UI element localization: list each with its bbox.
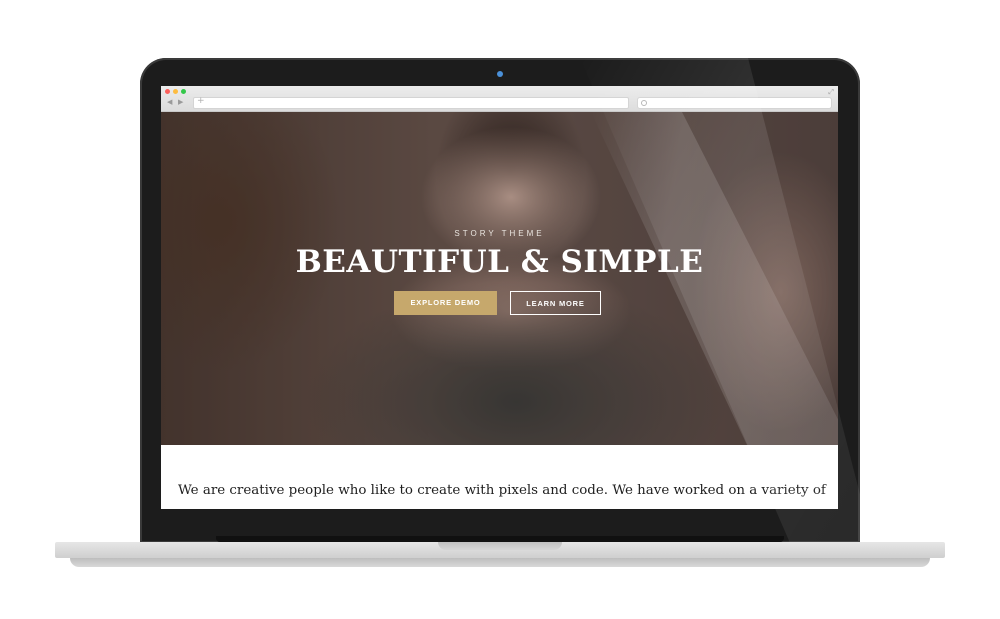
camera-icon xyxy=(497,71,503,77)
explore-demo-button[interactable]: EXPLORE DEMO xyxy=(394,291,497,315)
laptop-base-bottom xyxy=(70,558,930,567)
browser-toolbar: ◀ ▶ + ⤢ xyxy=(161,86,838,112)
minimize-dot-icon[interactable] xyxy=(173,89,178,94)
intro-paragraph: We are creative people who like to creat… xyxy=(178,483,826,498)
laptop-screen: ◀ ▶ + ⤢ STORY THEME BEAUTIFUL & SIMPLE E… xyxy=(161,86,838,509)
learn-more-button[interactable]: LEARN MORE xyxy=(510,291,601,315)
zoom-dot-icon[interactable] xyxy=(181,89,186,94)
close-dot-icon[interactable] xyxy=(165,89,170,94)
search-icon xyxy=(641,100,647,106)
search-input[interactable] xyxy=(637,97,832,109)
hero-subtitle: STORY THEME xyxy=(454,229,545,238)
back-arrow-icon[interactable]: ◀ xyxy=(167,98,172,106)
address-bar[interactable]: + xyxy=(193,96,629,109)
laptop-notch xyxy=(438,542,562,550)
hero-section: STORY THEME BEAUTIFUL & SIMPLE EXPLORE D… xyxy=(161,112,838,445)
hero-title: BEAUTIFUL & SIMPLE xyxy=(295,244,704,280)
expand-icon[interactable]: ⤢ xyxy=(828,88,834,97)
forward-arrow-icon[interactable]: ▶ xyxy=(178,98,183,106)
new-tab-icon[interactable]: + xyxy=(197,96,205,106)
